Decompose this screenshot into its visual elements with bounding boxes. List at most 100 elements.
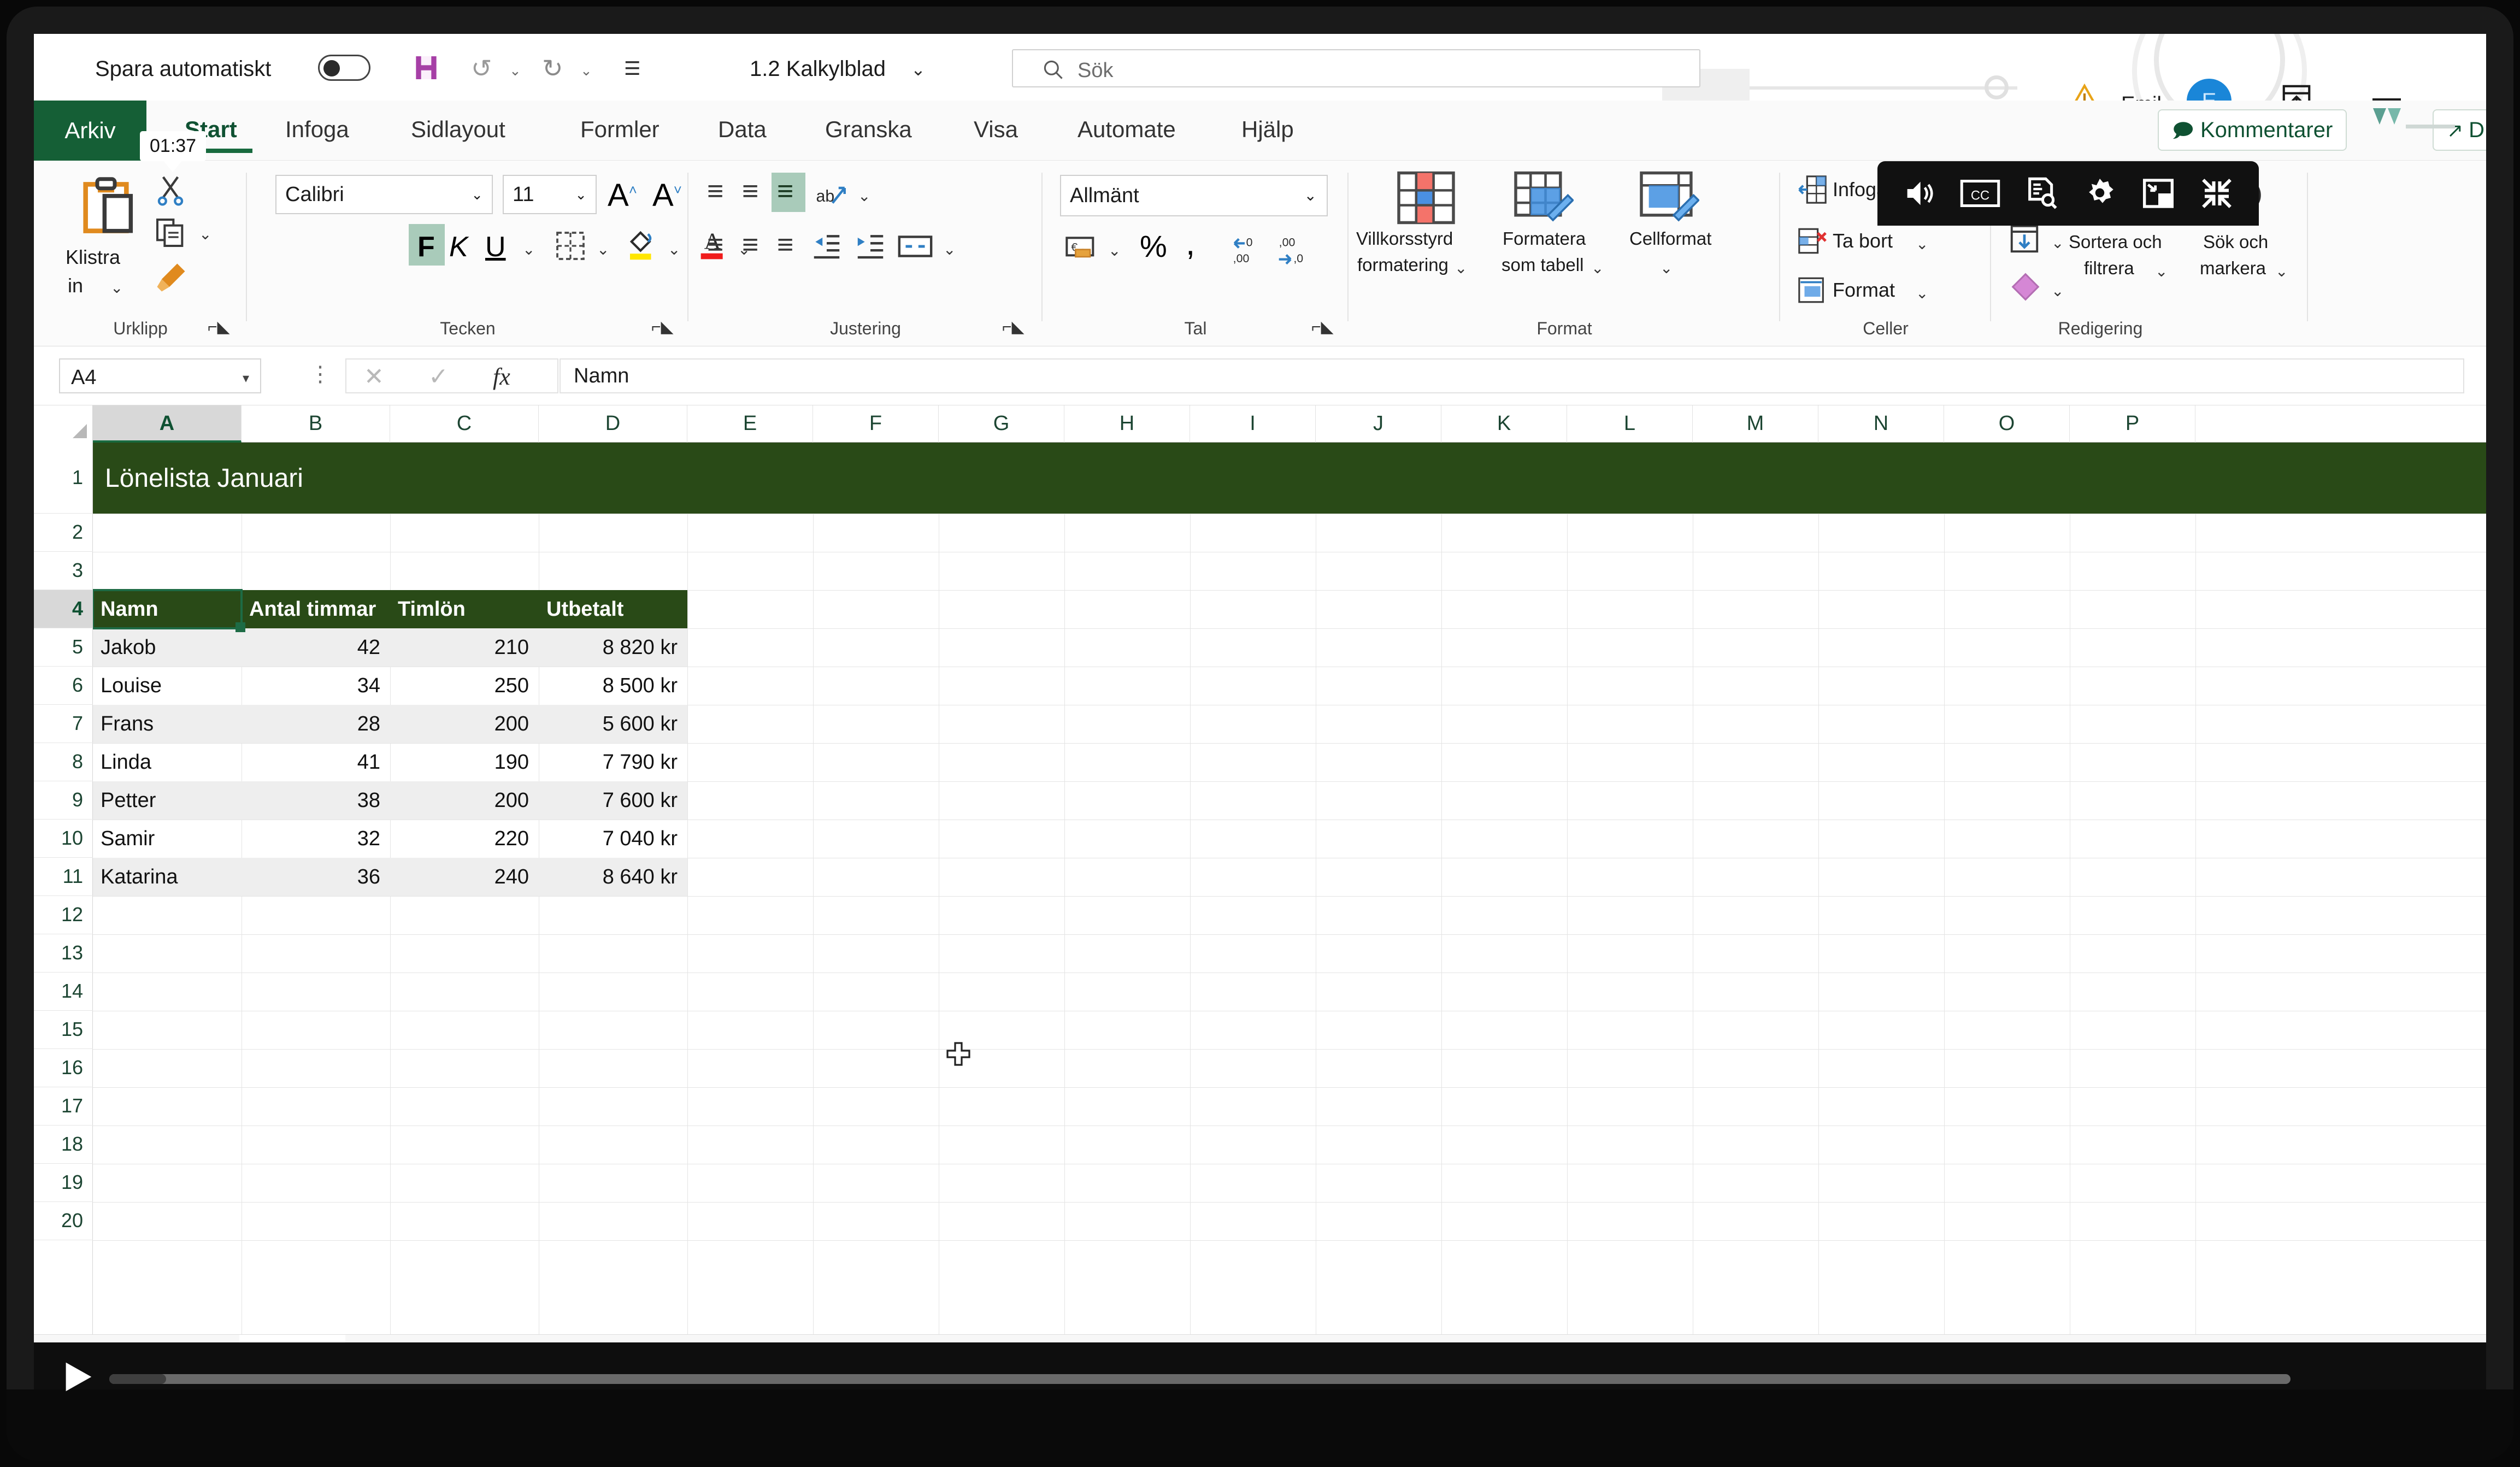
number-format-select[interactable]: Allmänt ⌄ [1060, 175, 1328, 216]
cell-d8[interactable]: 7 790 kr [539, 743, 687, 781]
cancel-icon[interactable]: ✕ [364, 363, 384, 391]
cellstyles-chevron-down-icon[interactable]: ⌄ [1660, 259, 1673, 277]
tab-visa[interactable]: Visa [974, 101, 1045, 161]
cell-a9[interactable]: Petter [93, 781, 242, 820]
column-header-k[interactable]: K [1441, 405, 1567, 443]
format-cells-label[interactable]: Format [1833, 279, 1895, 302]
find-select-chevron-down-icon[interactable]: ⌄ [2275, 262, 2288, 280]
save-icon[interactable] [411, 52, 441, 83]
search-box[interactable]: Sök [1012, 49, 1700, 87]
align-left-icon[interactable]: ≡ [707, 228, 723, 261]
cell-b10[interactable]: 32 [242, 820, 390, 858]
row-header-5[interactable]: 5 [34, 628, 93, 667]
orientation-chevron-down-icon[interactable]: ⌄ [858, 187, 870, 205]
align-bottom-button[interactable]: ≡ [772, 173, 805, 212]
table-header-utbetalt[interactable]: Utbetalt [539, 590, 687, 628]
row-header-8[interactable]: 8 [34, 743, 93, 781]
column-header-i[interactable]: I [1190, 405, 1316, 443]
select-all-corner[interactable] [34, 405, 93, 443]
align-middle-icon[interactable]: ≡ [742, 175, 758, 208]
fill-chevron-down-icon[interactable]: ⌄ [2051, 234, 2064, 252]
picture-in-picture-icon[interactable] [2141, 176, 2176, 211]
cell-b11[interactable]: 36 [242, 858, 390, 896]
exit-fullscreen-icon[interactable] [2199, 175, 2235, 211]
comma-label[interactable]: , [1186, 224, 1195, 263]
clear-chevron-down-icon[interactable]: ⌄ [2051, 282, 2064, 300]
row-header-19[interactable]: 19 [34, 1164, 93, 1202]
fill-color-icon[interactable] [624, 225, 660, 261]
cell-d5[interactable]: 8 820 kr [539, 628, 687, 667]
delete-cells-label[interactable]: Ta bort [1833, 229, 1893, 252]
tab-sidlayout[interactable]: Sidlayout [411, 101, 547, 161]
font-family-chevron-down-icon[interactable]: ⌄ [471, 176, 483, 213]
format-painter-icon[interactable] [152, 259, 190, 296]
text-orientation-icon[interactable]: ab [813, 176, 849, 212]
currency-icon[interactable]: € [1063, 231, 1099, 266]
row-header-9[interactable]: 9 [34, 781, 93, 820]
cell-c10[interactable]: 220 [390, 820, 539, 858]
cell-c9[interactable]: 200 [390, 781, 539, 820]
tab-infoga[interactable]: Infoga [285, 101, 381, 161]
cell-b5[interactable]: 42 [242, 628, 390, 667]
fill-down-icon[interactable] [2007, 222, 2041, 256]
table-chevron-down-icon[interactable]: ⌄ [1591, 259, 1604, 277]
row-header-7[interactable]: 7 [34, 705, 93, 743]
row-header-12[interactable]: 12 [34, 896, 93, 934]
column-header-o[interactable]: O [1944, 405, 2070, 443]
column-header-n[interactable]: N [1818, 405, 1944, 443]
cell-a11[interactable]: Katarina [93, 858, 242, 896]
cell-c6[interactable]: 250 [390, 667, 539, 705]
conditional-formatting-icon[interactable] [1396, 170, 1457, 225]
sort-filter-chevron-down-icon[interactable]: ⌄ [2155, 262, 2168, 280]
cell-b6[interactable]: 34 [242, 667, 390, 705]
decrease-decimal-icon[interactable]: ,00 ,0 [1275, 232, 1315, 267]
number-dialog-launcher-icon[interactable]: ⌐◣ [1311, 317, 1334, 337]
row-header-10[interactable]: 10 [34, 820, 93, 858]
column-header-m[interactable]: M [1693, 405, 1818, 443]
captions-icon[interactable]: CC [1959, 177, 2001, 210]
undo-chevron-down-icon[interactable]: ⌄ [509, 62, 521, 79]
copy-icon[interactable] [153, 215, 188, 250]
row-header-20[interactable]: 20 [34, 1202, 93, 1240]
column-header-a[interactable]: A [93, 405, 242, 443]
row-header-18[interactable]: 18 [34, 1126, 93, 1164]
tab-automate[interactable]: Automate [1078, 101, 1209, 161]
row-header-15[interactable]: 15 [34, 1011, 93, 1049]
autosave-toggle[interactable] [318, 55, 370, 81]
percent-label[interactable]: % [1140, 228, 1167, 264]
gear-icon[interactable] [2082, 175, 2118, 211]
cell-b9[interactable]: 38 [242, 781, 390, 820]
cell-a7[interactable]: Frans [93, 705, 242, 743]
currency-chevron-down-icon[interactable]: ⌄ [1108, 241, 1121, 260]
column-header-e[interactable]: E [687, 405, 813, 443]
column-header-f[interactable]: F [813, 405, 939, 443]
conditional-chevron-down-icon[interactable]: ⌄ [1455, 259, 1467, 277]
table-header-antal-timmar[interactable]: Antal timmar [242, 590, 390, 628]
paste-chevron-down-icon[interactable]: ⌄ [110, 279, 123, 297]
document-title[interactable]: 1.2 Kalkylblad [750, 57, 886, 81]
table-header-timlon[interactable]: Timlön [390, 590, 539, 628]
insert-function-icon[interactable]: fx [493, 363, 510, 391]
column-header-b[interactable]: B [242, 405, 390, 443]
cell-a5[interactable]: Jakob [93, 628, 242, 667]
cell-c7[interactable]: 200 [390, 705, 539, 743]
merge-chevron-down-icon[interactable]: ⌄ [943, 240, 956, 258]
scissors-icon[interactable] [153, 173, 188, 208]
increase-indent-icon[interactable] [853, 231, 887, 264]
cell-c8[interactable]: 190 [390, 743, 539, 781]
row-header-4[interactable]: 4 [34, 590, 93, 628]
cell-d7[interactable]: 5 600 kr [539, 705, 687, 743]
row-header-11[interactable]: 11 [34, 858, 93, 896]
cell-d11[interactable]: 8 640 kr [539, 858, 687, 896]
undo-icon[interactable]: ↺ [471, 54, 492, 83]
cell-d9[interactable]: 7 600 kr [539, 781, 687, 820]
row-header-13[interactable]: 13 [34, 934, 93, 973]
fill-handle[interactable] [235, 622, 245, 632]
font-size-input[interactable]: 11 ⌄ [503, 175, 597, 214]
column-header-h[interactable]: H [1064, 405, 1190, 443]
format-chevron-down-icon[interactable]: ⌄ [1916, 284, 1928, 302]
italic-label[interactable]: K [449, 231, 468, 263]
number-format-chevron-down-icon[interactable]: ⌄ [1304, 176, 1317, 215]
bold-button[interactable]: F [409, 224, 445, 266]
font-family-input[interactable]: Calibri ⌄ [275, 175, 493, 214]
